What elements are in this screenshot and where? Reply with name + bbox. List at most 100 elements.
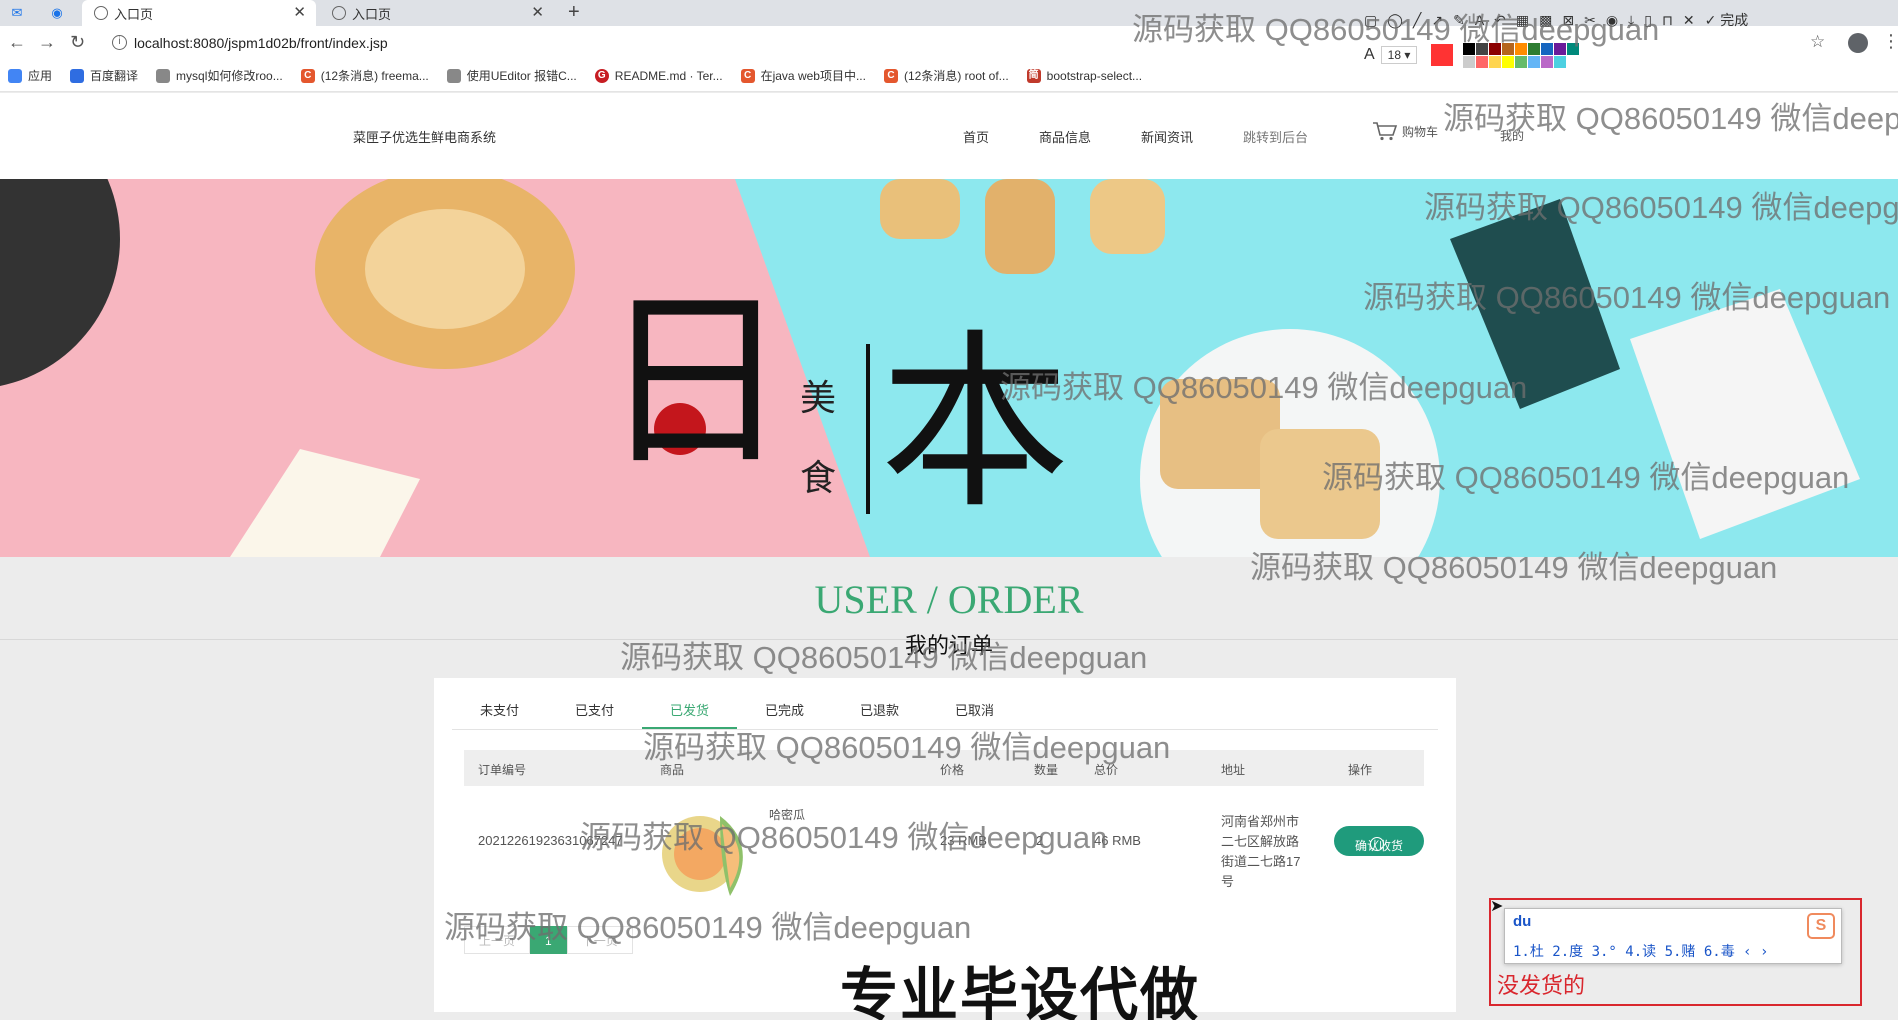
cart-link[interactable]: 购物车	[1372, 121, 1438, 141]
color-swatch[interactable]	[1554, 42, 1567, 55]
profile-icon[interactable]	[1848, 33, 1868, 53]
color-swatch[interactable]	[1463, 42, 1476, 55]
bookmark-csdn-root[interactable]: C (12条消息) root of...	[883, 67, 1009, 84]
bookmark-star-icon[interactable]: ☆	[1810, 32, 1825, 52]
bookmark-ueditor[interactable]: 使用UEditor 报错C...	[446, 67, 577, 84]
bookmark-label: (12条消息) root of...	[903, 69, 1009, 83]
site-title[interactable]: 菜匣子优选生鲜电商系统	[353, 127, 496, 146]
globe-icon	[332, 6, 346, 20]
nav-home[interactable]: 首页	[963, 127, 989, 146]
rectangle-icon[interactable]: ▢	[1364, 12, 1377, 29]
bookmark-readme[interactable]: G README.md · Ter...	[594, 68, 723, 83]
font-size-select[interactable]: 18 ▾	[1380, 46, 1418, 64]
nav-mine[interactable]: 我的	[1500, 127, 1524, 144]
gitee-icon: G	[594, 68, 609, 83]
csdn-icon: C	[740, 68, 755, 83]
info-icon[interactable]: i	[112, 35, 127, 50]
page-1-button[interactable]: 1	[530, 926, 567, 954]
close-icon[interactable]: ✕	[293, 3, 306, 21]
phone-icon[interactable]: ▯	[1644, 12, 1652, 29]
bookmark-apps[interactable]: 应用	[8, 67, 52, 84]
next-page-button[interactable]: 下一页	[566, 926, 633, 954]
done-label: 完成	[1720, 12, 1749, 28]
color-swatch[interactable]	[1515, 42, 1528, 55]
bookmark-icon[interactable]: ⊓	[1662, 12, 1673, 29]
hero-banner: 日 美 食 本	[0, 179, 1898, 557]
order-status-tabs: 未支付 已支付 已发货 已完成 已退款 已取消	[452, 678, 1438, 730]
col-address: 地址	[1221, 763, 1246, 777]
crop-icon[interactable]: ⊠	[1562, 12, 1574, 29]
download-icon[interactable]: ⤓	[1628, 12, 1634, 29]
bookmark-label: 使用UEditor 报错C...	[466, 69, 577, 83]
color-swatch[interactable]	[1489, 55, 1502, 68]
tab-shipped[interactable]: 已发货	[642, 678, 737, 729]
tab-cancelled[interactable]: 已取消	[927, 678, 1022, 729]
bookmark-baidu-translate[interactable]: 百度翻译	[70, 67, 138, 84]
cart-label: 购物车	[1402, 124, 1439, 139]
blur-icon[interactable]: ▩	[1539, 12, 1552, 29]
nav-products[interactable]: 商品信息	[1039, 127, 1091, 146]
bookmark-bootstrap-select[interactable]: 简 bootstrap-select...	[1026, 68, 1142, 83]
color-swatch[interactable]	[1489, 42, 1502, 55]
tab-entry-page-1[interactable]: 入口页 ✕	[82, 0, 316, 26]
color-swatch[interactable]	[1502, 42, 1515, 55]
color-swatch[interactable]	[1476, 55, 1489, 68]
bookmark-csdn-freemarker[interactable]: C (12条消息) freema...	[300, 67, 429, 84]
tab-unpaid[interactable]: 未支付	[452, 678, 547, 729]
record-icon[interactable]: ◉	[1606, 12, 1618, 29]
site-nav: 首页 商品信息 新闻资讯 跳转到后台	[963, 127, 1358, 146]
quantity: 2	[1036, 833, 1044, 848]
color-swatch[interactable]	[1463, 55, 1476, 68]
line-icon[interactable]: ╱	[1413, 12, 1421, 29]
mosaic-icon[interactable]: ▦	[1516, 12, 1529, 29]
pin-icon[interactable]: ✂	[1584, 12, 1596, 29]
close-icon[interactable]: ✕	[531, 3, 544, 21]
url-text: localhost:8080/jspm1d02b/front/index.jsp	[134, 35, 388, 51]
color-swatch[interactable]	[1567, 42, 1580, 55]
ellipse-icon[interactable]: ◯	[1387, 12, 1403, 29]
nav-admin[interactable]: 跳转到后台	[1243, 127, 1308, 146]
tab-entry-page-2[interactable]: 入口页 ✕	[320, 0, 554, 26]
tab-completed[interactable]: 已完成	[737, 678, 832, 729]
pagination: 上一页 1 下一页	[464, 926, 633, 954]
reload-icon[interactable]: ↻	[70, 32, 85, 53]
done-button[interactable]: ✓ 完成	[1705, 10, 1749, 30]
bookmark-java-web[interactable]: C 在java web项目中...	[740, 67, 866, 84]
mail-icon[interactable]: ✉	[6, 3, 28, 23]
current-color-swatch[interactable]	[1431, 44, 1454, 66]
back-icon[interactable]: ←	[8, 32, 26, 53]
chrome-icon[interactable]: ◉	[46, 3, 68, 23]
tab-refunded[interactable]: 已退款	[832, 678, 927, 729]
bookmark-mysql[interactable]: mysql如何修改roo...	[156, 67, 283, 84]
confirm-receipt-button[interactable]: ✓ 确认收货	[1334, 826, 1424, 856]
product-image[interactable]	[660, 806, 760, 900]
color-swatch[interactable]	[1580, 42, 1593, 55]
more-menu-icon[interactable]: ⋮	[1882, 31, 1898, 52]
col-action: 操作	[1348, 763, 1373, 777]
color-swatch[interactable]	[1528, 55, 1541, 68]
site-header: 菜匣子优选生鲜电商系统 首页 商品信息 新闻资讯 跳转到后台 购物车 我的	[0, 93, 1898, 179]
prev-page-button[interactable]: 上一页	[464, 926, 531, 954]
pen-icon[interactable]: ✎	[1453, 12, 1465, 29]
ime-candidates[interactable]: 1.杜 2.度 3.° 4.读 5.赌 6.毒 ‹ ›	[1513, 941, 1768, 961]
color-swatch[interactable]	[1541, 42, 1554, 55]
ime-candidate-window: du 1.杜 2.度 3.° 4.读 5.赌 6.毒 ‹ › S	[1504, 908, 1842, 964]
product-name[interactable]: 哈密瓜	[769, 806, 805, 823]
color-swatch[interactable]	[1554, 55, 1567, 68]
address: 河南省郑州市二七区解放路街道二七路17号	[1221, 814, 1301, 889]
price: 23 RMB	[940, 833, 987, 848]
color-swatch[interactable]	[1515, 55, 1528, 68]
nav-news[interactable]: 新闻资讯	[1141, 127, 1193, 146]
undo-icon[interactable]: ↶	[1494, 12, 1506, 29]
color-swatch[interactable]	[1476, 42, 1489, 55]
new-tab-icon[interactable]: +	[568, 1, 580, 24]
forward-icon[interactable]: →	[38, 32, 56, 53]
arrow-icon[interactable]: ↗	[1431, 12, 1443, 29]
color-swatch[interactable]	[1502, 55, 1515, 68]
color-palette	[1463, 42, 1593, 68]
cancel-icon[interactable]: ✕	[1683, 12, 1695, 29]
color-swatch[interactable]	[1528, 42, 1541, 55]
text-icon[interactable]: A	[1475, 12, 1484, 28]
tab-paid[interactable]: 已支付	[547, 678, 642, 729]
color-swatch[interactable]	[1541, 55, 1554, 68]
